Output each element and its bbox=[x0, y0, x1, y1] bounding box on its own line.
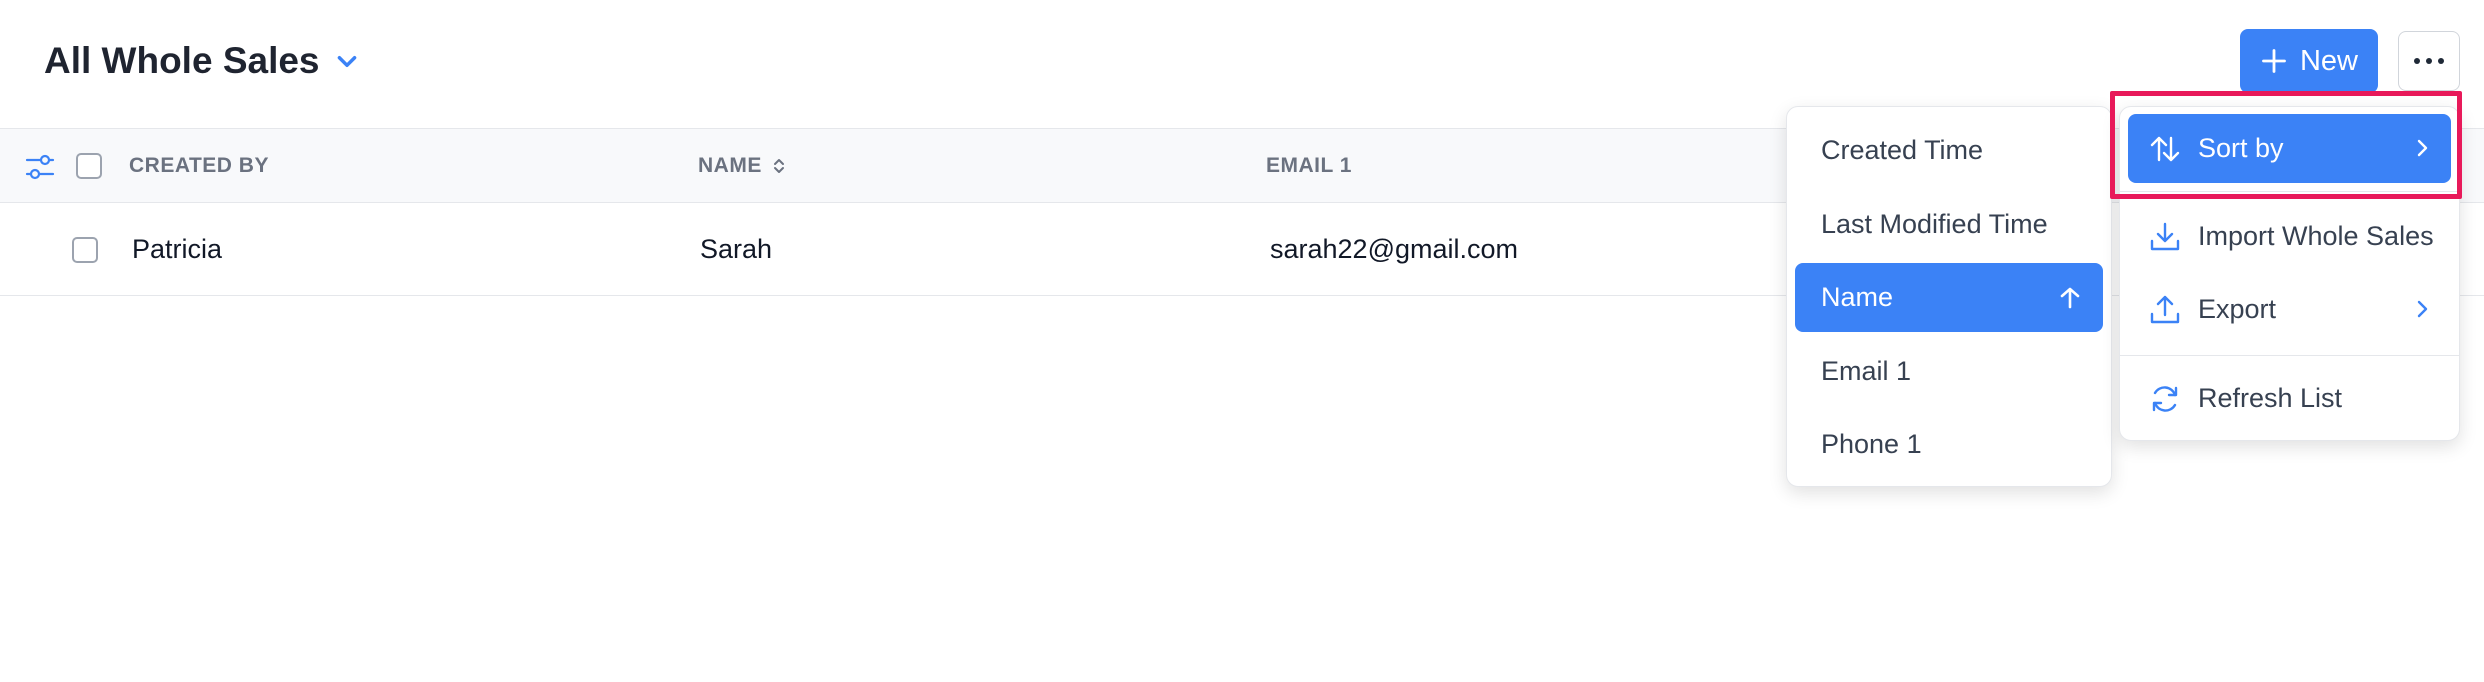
menu-item-sort-by[interactable]: Sort by bbox=[2128, 114, 2451, 183]
sort-option-label: Phone 1 bbox=[1821, 429, 1922, 459]
more-actions-button[interactable] bbox=[2398, 31, 2460, 91]
sort-arrows-icon bbox=[2150, 136, 2180, 161]
sort-option-email[interactable]: Email 1 bbox=[1795, 337, 2103, 406]
sort-option-label: Name bbox=[1821, 282, 1894, 312]
refresh-icon bbox=[2152, 385, 2178, 412]
sort-option-phone[interactable]: Phone 1 bbox=[1795, 410, 2103, 479]
menu-divider bbox=[2120, 355, 2459, 356]
new-button-label: New bbox=[2299, 44, 2358, 77]
download-icon bbox=[2150, 222, 2180, 250]
column-header-created-by[interactable]: CREATED BY bbox=[129, 129, 269, 202]
column-header-email[interactable]: EMAIL 1 bbox=[1266, 129, 1352, 202]
sort-icon bbox=[773, 158, 784, 173]
cell-name: Sarah bbox=[700, 233, 773, 264]
sort-field-menu: Created Time Last Modified Time Name Ema… bbox=[1786, 106, 2112, 487]
menu-item-label: Import Whole Sales bbox=[2198, 221, 2434, 251]
menu-item-label: Export bbox=[2198, 294, 2277, 324]
more-actions-menu: Sort by Import Whole Sales Export Refres… bbox=[2119, 106, 2460, 441]
sort-option-created-time[interactable]: Created Time bbox=[1795, 116, 2103, 185]
menu-item-import[interactable]: Import Whole Sales bbox=[2128, 202, 2451, 271]
column-header-name[interactable]: NAME bbox=[698, 129, 786, 202]
menu-item-label: Sort by bbox=[2198, 133, 2284, 163]
column-header-label: NAME bbox=[698, 153, 762, 177]
cell-created-by: Patricia bbox=[132, 233, 223, 264]
column-header-label: CREATED BY bbox=[129, 153, 269, 177]
select-all-checkbox[interactable] bbox=[76, 153, 102, 179]
cell-email: sarah22@gmail.com bbox=[1270, 233, 1519, 264]
chevron-down-icon bbox=[337, 56, 356, 68]
view-selector[interactable]: All Whole Sales bbox=[44, 40, 360, 82]
plus-icon bbox=[2262, 49, 2286, 73]
menu-divider bbox=[2120, 191, 2459, 192]
arrow-up-icon bbox=[2060, 287, 2080, 309]
row-checkbox[interactable] bbox=[72, 237, 98, 263]
upload-icon bbox=[2150, 295, 2180, 323]
ellipsis-icon bbox=[2414, 58, 2444, 64]
sort-option-label: Created Time bbox=[1821, 135, 1984, 165]
sort-option-label: Email 1 bbox=[1821, 356, 1912, 386]
chevron-right-icon bbox=[2417, 300, 2428, 318]
new-button[interactable]: New bbox=[2240, 29, 2378, 93]
menu-item-export[interactable]: Export bbox=[2128, 275, 2451, 344]
sort-option-last-modified-time[interactable]: Last Modified Time bbox=[1795, 190, 2103, 259]
page-title: All Whole Sales bbox=[44, 40, 320, 81]
menu-item-label: Refresh List bbox=[2198, 383, 2343, 413]
column-header-label: EMAIL 1 bbox=[1266, 153, 1352, 177]
chevron-right-icon bbox=[2417, 139, 2428, 157]
sort-option-label: Last Modified Time bbox=[1821, 209, 2048, 239]
sort-option-name[interactable]: Name bbox=[1795, 263, 2103, 332]
sliders-icon[interactable] bbox=[24, 151, 56, 183]
menu-item-refresh[interactable]: Refresh List bbox=[2128, 364, 2451, 433]
